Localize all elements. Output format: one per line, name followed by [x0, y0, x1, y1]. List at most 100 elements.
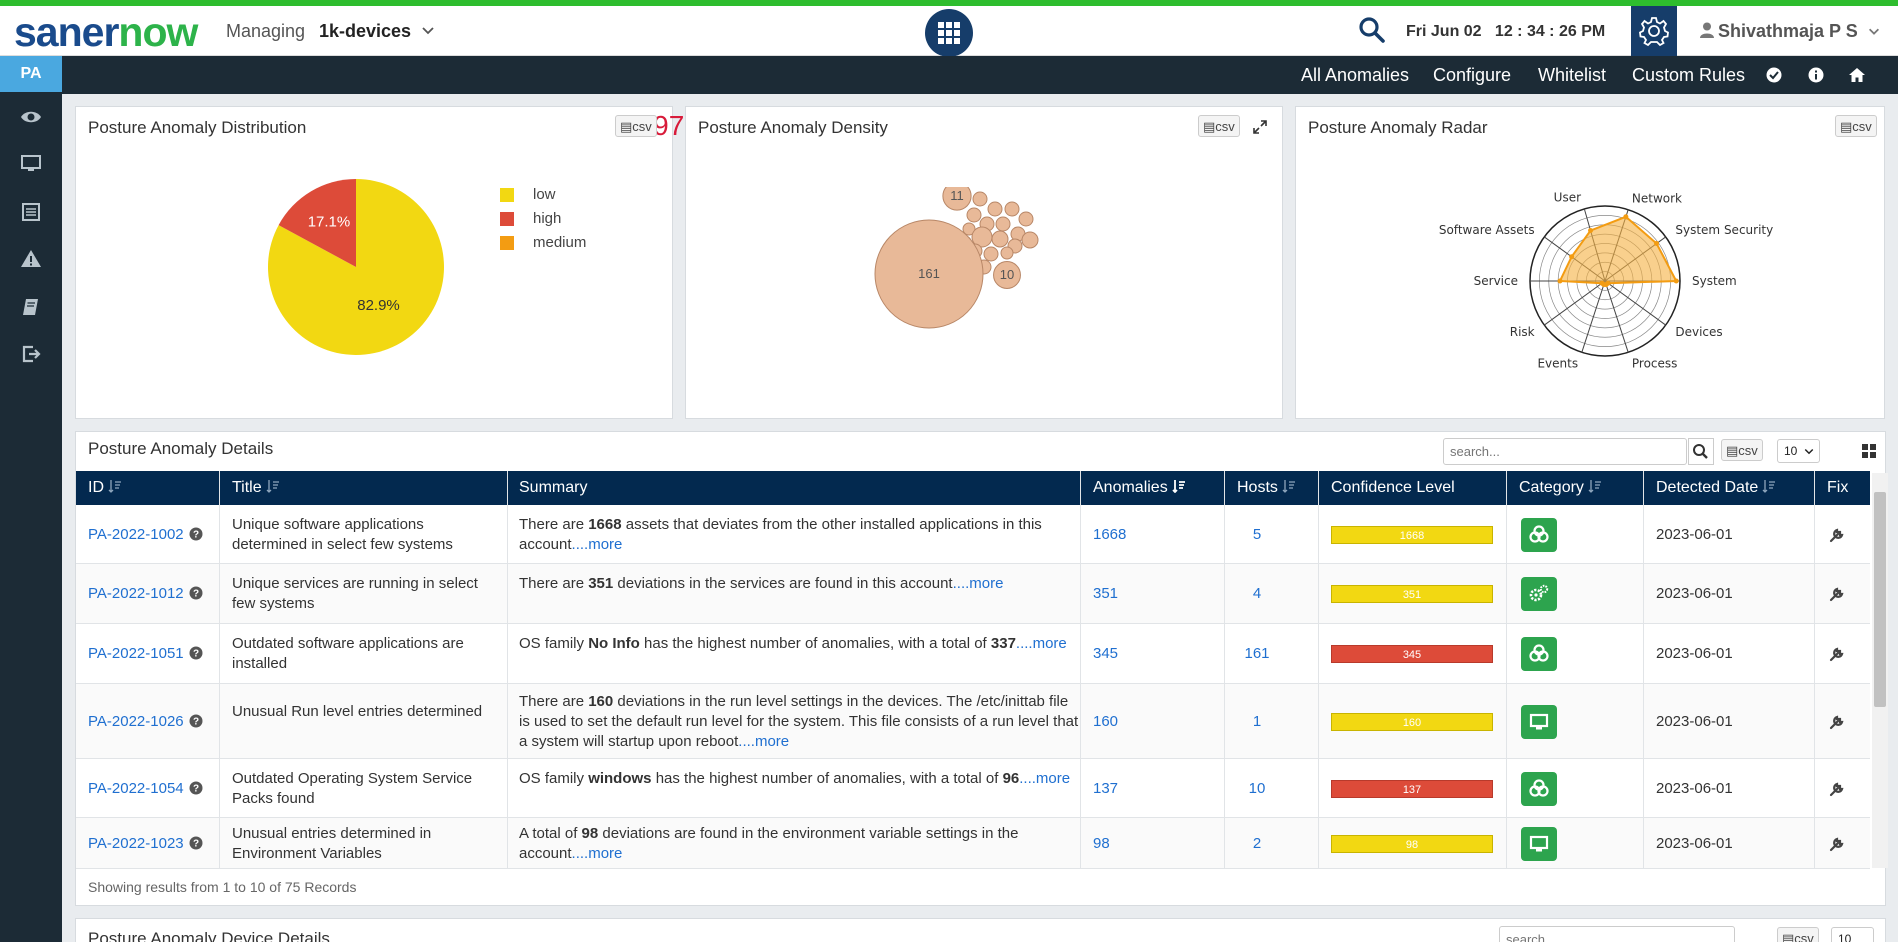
category-button[interactable]	[1521, 771, 1557, 806]
help-icon[interactable]: ?	[189, 836, 203, 850]
col-title[interactable]: Title	[232, 479, 280, 497]
category-button[interactable]	[1521, 704, 1557, 739]
book-icon[interactable]	[19, 295, 43, 319]
bubble[interactable]	[1004, 201, 1020, 217]
help-icon[interactable]: ?	[189, 527, 203, 541]
radar-series-area[interactable]	[1558, 215, 1678, 286]
nav-whitelist[interactable]: Whitelist	[1538, 65, 1606, 86]
csv-export-button[interactable]: ▤csv	[1835, 115, 1877, 137]
wrench-icon[interactable]	[1828, 780, 1846, 798]
help-icon[interactable]: ?	[189, 586, 203, 600]
device-search-input[interactable]	[1499, 926, 1735, 942]
info-icon[interactable]	[1807, 66, 1825, 84]
table-row[interactable]: PA-2022-1026? Unusual Run level entries …	[76, 684, 1870, 759]
list-icon[interactable]	[19, 200, 43, 224]
more-link[interactable]: ....more	[1019, 770, 1070, 787]
hosts-count[interactable]: 1	[1237, 712, 1277, 732]
bubble[interactable]	[972, 191, 988, 207]
nav-custom-rules[interactable]: Custom Rules	[1632, 65, 1745, 86]
device-group-selector[interactable]: 1k-devices	[319, 21, 411, 42]
wrench-icon[interactable]	[1828, 835, 1846, 853]
legend-item-low[interactable]: low	[500, 187, 586, 211]
table-row[interactable]: PA-2022-1054? Outdated Operating System …	[76, 759, 1870, 818]
bubble[interactable]	[966, 207, 982, 223]
col-detected-date[interactable]: Detected Date	[1656, 479, 1776, 497]
nav-configure[interactable]: Configure	[1433, 65, 1511, 86]
anomalies-count[interactable]: 345	[1093, 644, 1118, 664]
logout-icon[interactable]	[19, 342, 43, 366]
legend-item-medium[interactable]: medium	[500, 235, 586, 259]
bubble[interactable]	[991, 230, 1009, 248]
anomalies-count[interactable]: 160	[1093, 712, 1118, 732]
bubble[interactable]	[995, 216, 1011, 232]
radar-point[interactable]	[1588, 228, 1594, 234]
wrench-icon[interactable]	[1828, 585, 1846, 603]
expand-icon[interactable]	[1252, 119, 1268, 135]
nav-all-anomalies[interactable]: All Anomalies	[1301, 65, 1409, 86]
hosts-count[interactable]: 4	[1237, 584, 1277, 604]
hosts-count[interactable]: 161	[1237, 644, 1277, 664]
anomaly-id[interactable]: PA-2022-1023?	[88, 834, 203, 854]
anomaly-id[interactable]: PA-2022-1054?	[88, 779, 203, 799]
user-menu[interactable]: Shivathmaja P S	[1700, 21, 1881, 42]
eye-icon[interactable]	[19, 105, 43, 129]
radar-point[interactable]	[1557, 278, 1563, 284]
legend-item-high[interactable]: high	[500, 211, 586, 235]
app-launcher-button[interactable]	[925, 9, 973, 57]
category-button[interactable]	[1521, 637, 1557, 671]
csv-export-button[interactable]: ▤csv	[1777, 927, 1819, 942]
csv-export-button[interactable]: ▤csv	[615, 115, 657, 137]
anomalies-count[interactable]: 351	[1093, 584, 1118, 604]
search-icon[interactable]	[1358, 16, 1386, 44]
category-button[interactable]	[1521, 577, 1557, 611]
anomaly-id[interactable]: PA-2022-1012?	[88, 584, 203, 604]
bubble[interactable]	[1018, 211, 1034, 227]
hosts-count[interactable]: 5	[1237, 525, 1277, 545]
radar-point[interactable]	[1623, 214, 1629, 220]
category-button[interactable]	[1521, 826, 1557, 861]
csv-export-button[interactable]: ▤csv	[1198, 115, 1240, 137]
anomalies-count[interactable]: 1668	[1093, 525, 1126, 545]
csv-export-button[interactable]: ▤csv	[1721, 439, 1763, 461]
bubble[interactable]	[983, 246, 999, 262]
table-row[interactable]: PA-2022-1051? Outdated software applicat…	[76, 624, 1870, 684]
col-hosts[interactable]: Hosts	[1237, 479, 1296, 497]
col-id[interactable]: ID	[88, 479, 122, 497]
grid-view-icon[interactable]	[1861, 443, 1877, 459]
radar-point[interactable]	[1654, 241, 1660, 247]
anomaly-id[interactable]: PA-2022-1026?	[88, 712, 203, 732]
table-row[interactable]: PA-2022-1002? Unique software applicatio…	[76, 505, 1870, 564]
radar-point[interactable]	[1569, 254, 1575, 260]
monitor-icon[interactable]	[19, 152, 43, 176]
page-size-select[interactable]: 10	[1777, 439, 1820, 463]
more-link[interactable]: ....more	[572, 845, 623, 862]
wrench-icon[interactable]	[1828, 713, 1846, 731]
search-button[interactable]	[1688, 438, 1714, 465]
hosts-count[interactable]: 10	[1237, 779, 1277, 799]
col-anomalies[interactable]: Anomalies	[1093, 479, 1186, 497]
sidebar-module-pa[interactable]: PA	[0, 56, 62, 92]
table-row[interactable]: PA-2022-1023? Unusual entries determined…	[76, 818, 1870, 869]
category-button[interactable]	[1521, 517, 1557, 552]
radar-point[interactable]	[1673, 278, 1679, 284]
page-size-select[interactable]: 10	[1831, 927, 1874, 942]
settings-button[interactable]	[1631, 6, 1677, 56]
warning-icon[interactable]	[19, 247, 43, 271]
wrench-icon[interactable]	[1828, 645, 1846, 663]
radar-point[interactable]	[1599, 280, 1605, 286]
col-category[interactable]: Category	[1519, 479, 1602, 497]
bubble[interactable]	[1000, 246, 1014, 260]
table-row[interactable]: PA-2022-1012? Unique services are runnin…	[76, 564, 1870, 624]
more-link[interactable]: ....more	[738, 733, 789, 750]
help-icon[interactable]: ?	[189, 781, 203, 795]
home-icon[interactable]	[1848, 66, 1866, 84]
anomalies-count[interactable]: 98	[1093, 834, 1110, 854]
more-link[interactable]: ....more	[953, 575, 1004, 592]
scrollbar-thumb[interactable]	[1874, 492, 1886, 707]
anomalies-count[interactable]: 137	[1093, 779, 1118, 799]
anomaly-id[interactable]: PA-2022-1051?	[88, 644, 203, 664]
bubble[interactable]	[1021, 231, 1039, 249]
help-icon[interactable]: ?	[189, 714, 203, 728]
hosts-count[interactable]: 2	[1237, 834, 1277, 854]
anomaly-id[interactable]: PA-2022-1002?	[88, 525, 203, 545]
